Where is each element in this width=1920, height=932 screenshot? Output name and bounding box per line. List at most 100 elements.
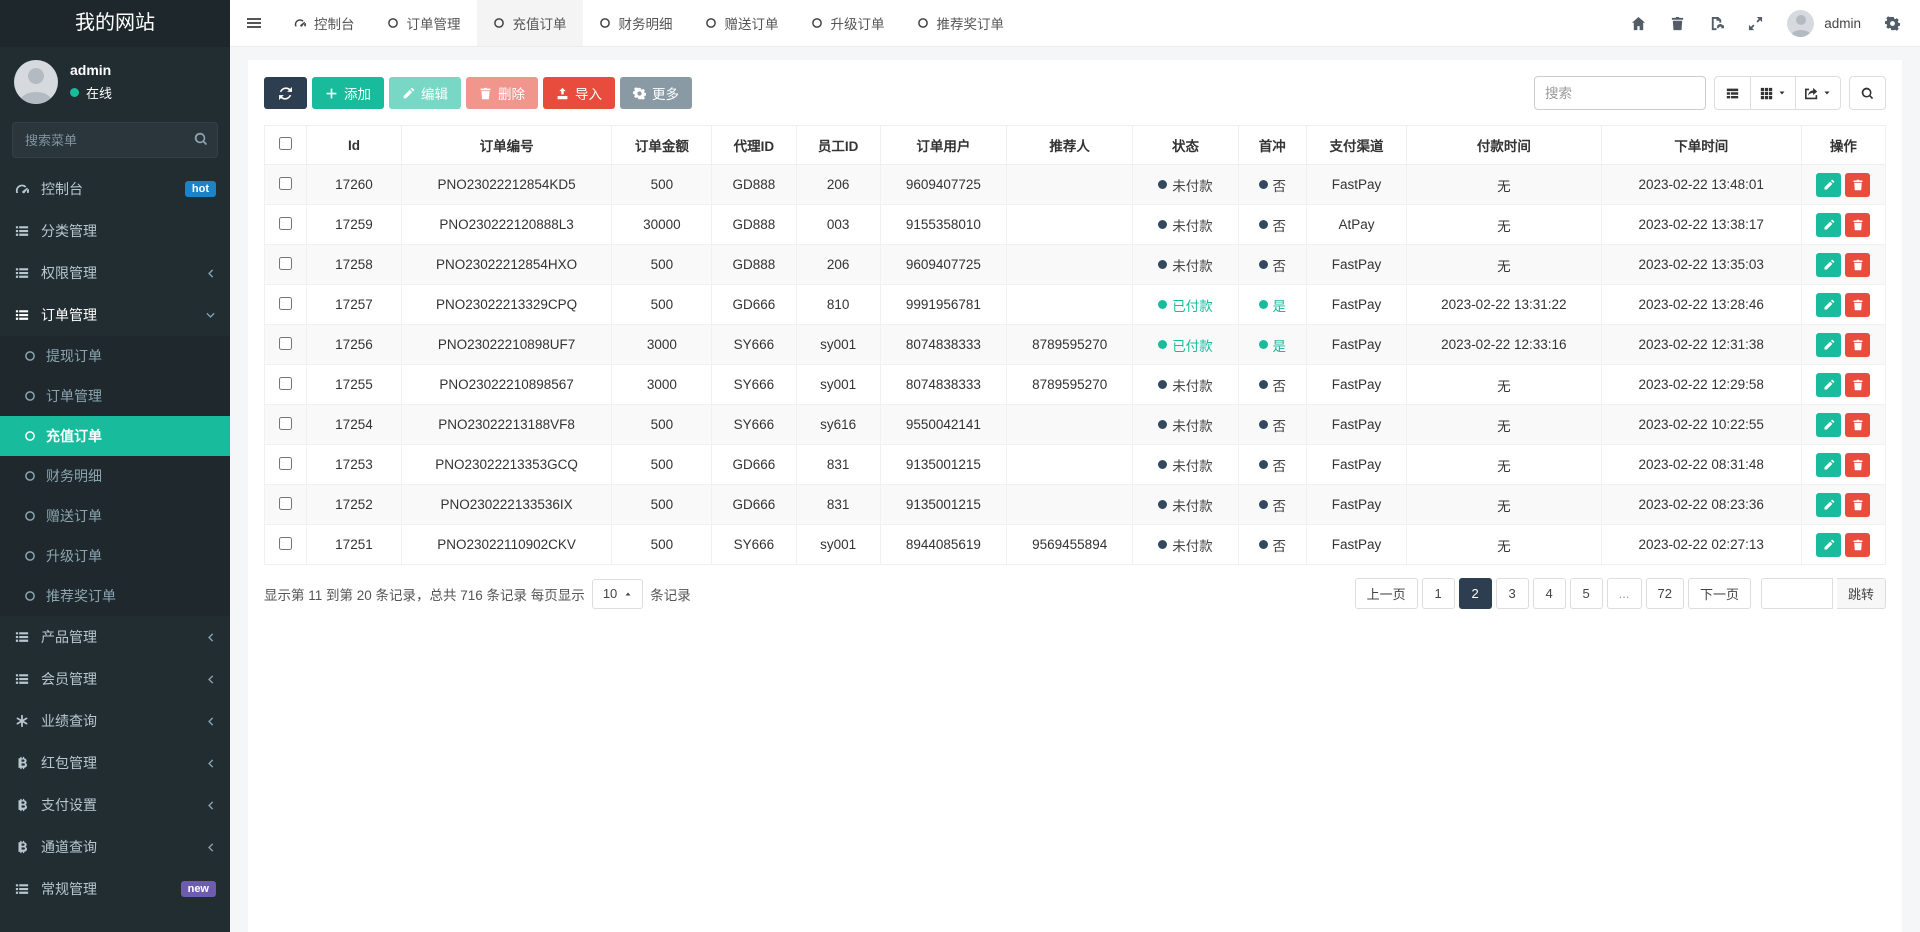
sidebar-item-withdraw-orders[interactable]: 提现订单	[0, 336, 230, 376]
edit-row-button[interactable]	[1816, 453, 1841, 477]
jump-button[interactable]: 跳转	[1837, 578, 1886, 609]
page-size-select[interactable]: 10	[592, 579, 643, 609]
delete-row-button[interactable]	[1845, 293, 1870, 317]
tab-dashboard[interactable]: 控制台	[278, 0, 371, 46]
table-row: 17253PNO23022213353GCQ500GD6668319135001…	[265, 445, 1886, 485]
cell-order_time: 2023-02-22 12:29:58	[1601, 365, 1801, 405]
jump-page-input[interactable]	[1761, 578, 1833, 609]
button-label: 编辑	[421, 83, 448, 103]
tab-finance-details[interactable]: 财务明细	[583, 0, 689, 46]
tab-order-management[interactable]: 订单管理	[371, 0, 477, 46]
row-checkbox[interactable]	[279, 337, 292, 350]
edit-row-button[interactable]	[1816, 173, 1841, 197]
edit-row-button[interactable]	[1816, 533, 1841, 557]
sidebar-search-input[interactable]	[12, 122, 218, 158]
sidebar-item-permission-management[interactable]: 权限管理	[0, 252, 230, 294]
sidebar-item-recharge-orders[interactable]: 充值订单	[0, 416, 230, 456]
list-icon	[14, 672, 30, 686]
tab-gift-orders[interactable]: 赠送订单	[689, 0, 795, 46]
sidebar-item-payment-settings[interactable]: 支付设置	[0, 784, 230, 826]
row-select-cell	[265, 285, 307, 325]
pagination-page-72[interactable]: 72	[1646, 578, 1684, 609]
delete-row-button[interactable]	[1845, 333, 1870, 357]
delete-row-button[interactable]	[1845, 453, 1870, 477]
pagination-page-1[interactable]: 1	[1422, 578, 1455, 609]
columns-button[interactable]	[1751, 76, 1796, 110]
row-checkbox[interactable]	[279, 297, 292, 310]
sidebar-item-product-management[interactable]: 产品管理	[0, 616, 230, 658]
toggle-view-button[interactable]	[1714, 76, 1751, 110]
pagination-prev[interactable]: 上一页	[1355, 578, 1418, 609]
tab-recharge-orders[interactable]: 充值订单	[477, 0, 583, 46]
edit-row-button[interactable]	[1816, 293, 1841, 317]
delete-row-button[interactable]	[1845, 533, 1870, 557]
pagination-page-3[interactable]: 3	[1496, 578, 1529, 609]
tab-referral-orders[interactable]: 推荐奖订单	[901, 0, 1021, 46]
chevron-down-icon	[205, 310, 216, 321]
row-checkbox[interactable]	[279, 217, 292, 230]
export-button[interactable]	[1796, 76, 1841, 110]
sidebar-item-finance-details[interactable]: 财务明细	[0, 456, 230, 496]
table-search-input[interactable]	[1534, 76, 1706, 110]
hamburger-icon[interactable]	[230, 0, 278, 46]
pagination-next[interactable]: 下一页	[1688, 578, 1751, 609]
delete-button[interactable]: 删除	[466, 77, 538, 109]
pagination-page-5[interactable]: 5	[1570, 578, 1603, 609]
import-button[interactable]: 导入	[543, 77, 615, 109]
sidebar-item-redpacket-management[interactable]: 红包管理	[0, 742, 230, 784]
sidebar-item-channel-query[interactable]: 通道查询	[0, 826, 230, 868]
sidebar-item-order-management[interactable]: 订单管理	[0, 294, 230, 336]
sidebar-item-dashboard[interactable]: 控制台hot	[0, 168, 230, 210]
row-checkbox[interactable]	[279, 457, 292, 470]
delete-row-button[interactable]	[1845, 173, 1870, 197]
pagination-page-4[interactable]: 4	[1533, 578, 1566, 609]
tab-upgrade-orders[interactable]: 升级订单	[795, 0, 901, 46]
trash-icon[interactable]	[1670, 16, 1685, 31]
row-checkbox[interactable]	[279, 177, 292, 190]
delete-row-button[interactable]	[1845, 413, 1870, 437]
delete-row-button[interactable]	[1845, 253, 1870, 277]
select-all-checkbox[interactable]	[279, 137, 292, 150]
edit-row-button[interactable]	[1816, 413, 1841, 437]
sidebar-item-category-management[interactable]: 分类管理	[0, 210, 230, 252]
navbar-user-label[interactable]: admin	[1824, 16, 1861, 31]
sidebar-item-upgrade-orders[interactable]: 升级订单	[0, 536, 230, 576]
edit-row-button[interactable]	[1816, 253, 1841, 277]
row-checkbox[interactable]	[279, 417, 292, 430]
column-header: 推荐人	[1007, 126, 1133, 165]
sidebar-item-performance-query[interactable]: 业绩查询	[0, 700, 230, 742]
edit-button[interactable]: 编辑	[389, 77, 461, 109]
fullscreen-icon[interactable]	[1748, 16, 1763, 31]
cell-order_no: PNO23022210898567	[401, 365, 612, 405]
home-icon[interactable]	[1631, 16, 1646, 31]
edit-row-button[interactable]	[1816, 493, 1841, 517]
settings-cogs-icon[interactable]	[1885, 16, 1900, 31]
cell-order_user: 9135001215	[880, 445, 1006, 485]
sidebar-item-general-management[interactable]: 常规管理new	[0, 868, 230, 910]
row-checkbox[interactable]	[279, 377, 292, 390]
cell-status: 未付款	[1133, 205, 1238, 245]
cell-status: 未付款	[1133, 365, 1238, 405]
more-button[interactable]: 更多	[620, 77, 692, 109]
delete-row-button[interactable]	[1845, 373, 1870, 397]
sidebar-item-member-management[interactable]: 会员管理	[0, 658, 230, 700]
sidebar-item-order-management-sub[interactable]: 订单管理	[0, 376, 230, 416]
navbar-avatar[interactable]	[1787, 10, 1814, 37]
refresh-page-icon[interactable]	[1709, 16, 1724, 31]
sidebar-item-referral-orders[interactable]: 推荐奖订单	[0, 576, 230, 616]
add-button[interactable]: 添加	[312, 77, 384, 109]
row-checkbox[interactable]	[279, 537, 292, 550]
search-button[interactable]	[1849, 76, 1886, 110]
search-icon[interactable]	[194, 132, 208, 149]
sidebar-item-gift-orders[interactable]: 赠送订单	[0, 496, 230, 536]
edit-row-button[interactable]	[1816, 213, 1841, 237]
edit-row-button[interactable]	[1816, 373, 1841, 397]
delete-row-button[interactable]	[1845, 493, 1870, 517]
row-checkbox[interactable]	[279, 497, 292, 510]
delete-row-button[interactable]	[1845, 213, 1870, 237]
refresh-button[interactable]	[264, 77, 307, 109]
row-checkbox[interactable]	[279, 257, 292, 270]
pagination-page-2[interactable]: 2	[1459, 578, 1492, 609]
edit-row-button[interactable]	[1816, 333, 1841, 357]
orders-table: Id订单编号订单金额代理ID员工ID订单用户推荐人状态首冲支付渠道付款时间下单时…	[264, 125, 1886, 565]
